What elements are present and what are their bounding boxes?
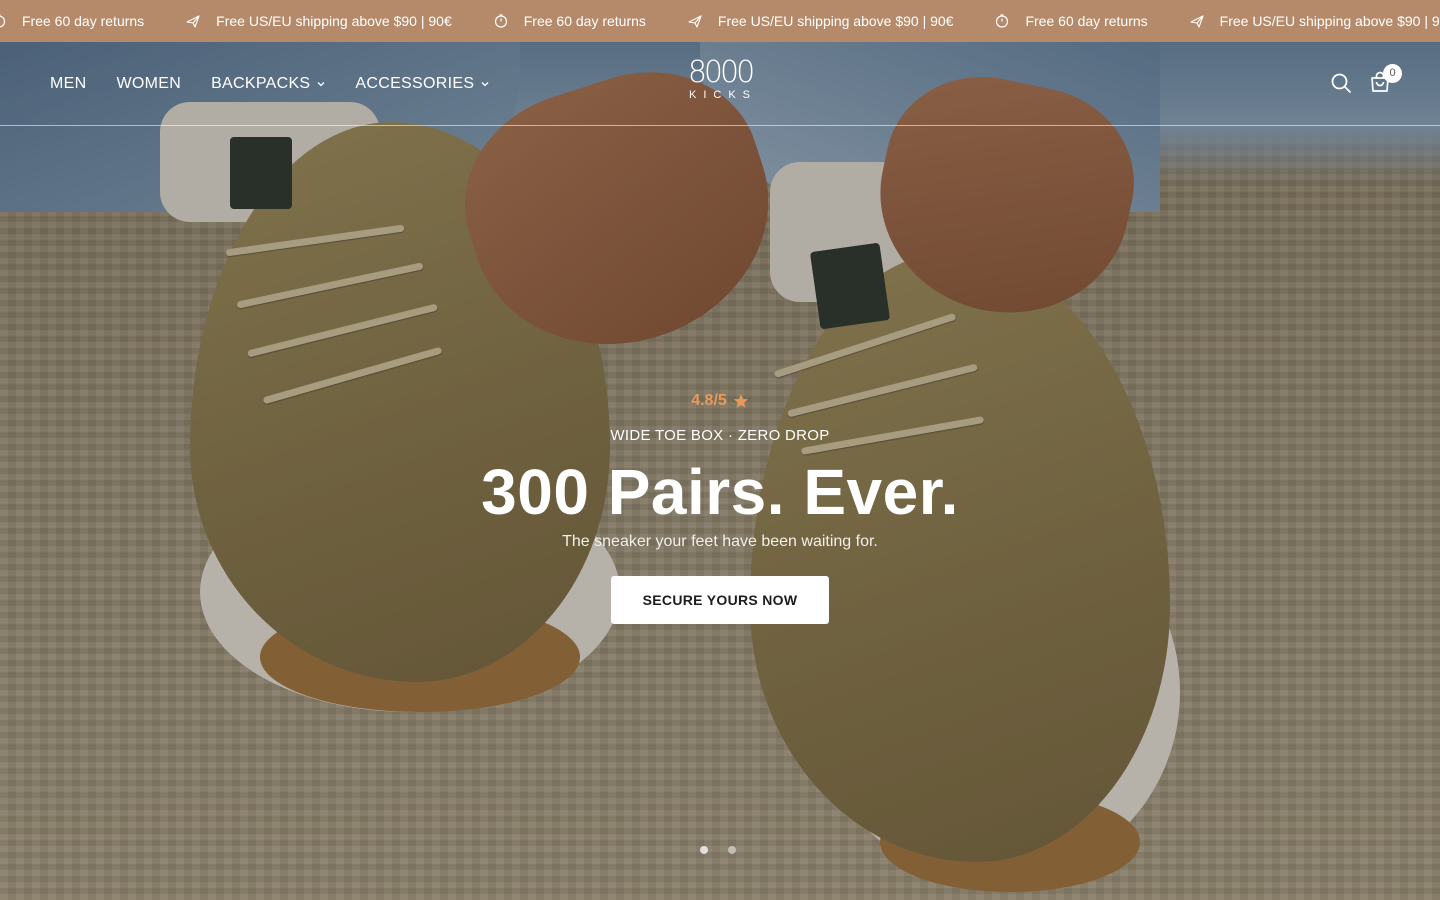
announcement-item: Free 60 day returns bbox=[0, 13, 144, 29]
announcement-item: Free US/EU shipping above $90 | 90€ bbox=[186, 13, 452, 29]
secure-yours-now-button[interactable]: SECURE YOURS NOW bbox=[611, 576, 829, 624]
logo-word: KICKS bbox=[688, 89, 757, 101]
announcement-item: Free 60 day returns bbox=[494, 13, 646, 29]
rating-value: 4.8/5 bbox=[691, 392, 727, 409]
hero-subheadline: The sneaker your feet have been waiting … bbox=[562, 533, 878, 550]
logo-number: 8000 bbox=[687, 55, 755, 90]
announcement-text: Free 60 day returns bbox=[22, 13, 145, 29]
nav-item-label: WOMEN bbox=[116, 75, 182, 92]
announcement-track: Free 60 day returns Free US/EU shipping a… bbox=[0, 0, 1440, 42]
announcement-text: Free 60 day returns bbox=[1025, 13, 1148, 29]
timer-icon bbox=[494, 14, 508, 28]
slide-dot-2[interactable] bbox=[728, 846, 736, 854]
rating-badge: 4.8/5 bbox=[691, 392, 749, 410]
plane-icon bbox=[688, 14, 702, 28]
timer-icon bbox=[995, 14, 1009, 28]
plane-icon bbox=[186, 14, 200, 28]
cart-count-badge: 0 bbox=[1383, 64, 1402, 83]
nav-item-label: MEN bbox=[50, 75, 87, 92]
nav-item-label: ACCESSORIES bbox=[355, 75, 475, 92]
announcement-bar: Free 60 day returns Free US/EU shipping a… bbox=[0, 0, 1440, 42]
announcement-item: Free US/EU shipping above $90 | 90€ bbox=[1190, 13, 1440, 29]
search-button[interactable] bbox=[1330, 72, 1352, 94]
nav-item-accessories[interactable]: ACCESSORIES bbox=[355, 75, 489, 93]
announcement-item: Free 60 day returns bbox=[995, 13, 1148, 29]
nav-item-backpacks[interactable]: BACKPACKS bbox=[211, 75, 325, 93]
chevron-down-icon bbox=[317, 80, 325, 88]
hero-headline: 300 Pairs. Ever. bbox=[481, 456, 959, 528]
announcement-item: Free US/EU shipping above $90 | 90€ bbox=[688, 13, 954, 29]
nav-item-men[interactable]: MEN bbox=[50, 75, 86, 93]
hero-eyebrow: WIDE TOE BOX · ZERO DROP bbox=[610, 427, 830, 444]
main-navigation: MEN WOMEN BACKPACKS ACCESSORIES bbox=[50, 42, 489, 126]
search-icon bbox=[1331, 73, 1351, 93]
slide-dot-1[interactable] bbox=[700, 846, 708, 854]
announcement-text: Free US/EU shipping above $90 | 90€ bbox=[1219, 13, 1440, 29]
nav-item-label: BACKPACKS bbox=[211, 75, 311, 92]
announcement-text: Free US/EU shipping above $90 | 90€ bbox=[717, 13, 954, 29]
announcement-text: Free 60 day returns bbox=[523, 13, 646, 29]
timer-icon bbox=[0, 14, 6, 28]
site-logo[interactable]: 8000 KICKS bbox=[680, 58, 760, 108]
hero-content: 4.8/5 WIDE TOE BOX · ZERO DROP 300 Pairs… bbox=[0, 392, 1440, 624]
nav-item-women[interactable]: WOMEN bbox=[116, 75, 181, 93]
star-icon bbox=[733, 393, 749, 409]
chevron-down-icon bbox=[481, 80, 489, 88]
plane-icon bbox=[1190, 14, 1204, 28]
announcement-text: Free US/EU shipping above $90 | 90€ bbox=[216, 13, 452, 29]
slider-pagination bbox=[700, 846, 736, 854]
